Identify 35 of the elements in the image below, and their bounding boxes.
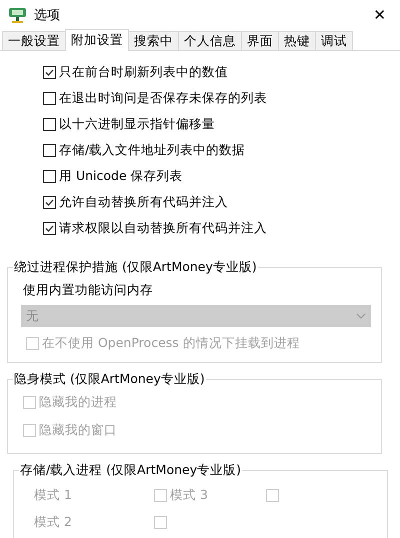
checkbox-label: 隐藏我的进程 xyxy=(39,394,117,411)
mode-label: 模式 1 xyxy=(34,487,73,504)
tab[interactable]: 调试 xyxy=(315,31,353,50)
checkbox-label: 在不使用 OpenProcess 的情况下挂载到进程 xyxy=(42,335,300,352)
checkbox[interactable] xyxy=(43,118,56,131)
checkbox[interactable] xyxy=(43,196,56,209)
tab[interactable]: 界面 xyxy=(241,31,279,50)
mode-label: 模式 2 xyxy=(34,514,73,531)
chevron-icon xyxy=(356,313,366,319)
group-title: 隐身模式 (仅限ArtMoney专业版) xyxy=(13,371,206,388)
window-title: 选项 xyxy=(34,7,60,24)
checkbox-label: 在退出时询问是否保存未保存的列表 xyxy=(59,90,267,107)
checkbox-label: 允许自动替换所有代码并注入 xyxy=(59,194,228,211)
app-icon xyxy=(8,6,28,24)
tab[interactable]: 搜索中 xyxy=(128,31,179,50)
group-title: 存储/载入进程 (仅限ArtMoney专业版) xyxy=(19,462,242,479)
checkbox[interactable] xyxy=(43,92,56,105)
checkbox-label: 模式 3 xyxy=(170,487,208,504)
checkbox-label: 只在前台时刷新列表中的数值 xyxy=(59,64,228,81)
checkbox-label: 以十六进制显示指针偏移量 xyxy=(59,116,215,133)
tab[interactable]: 一般设置 xyxy=(2,31,66,50)
tab[interactable]: 个人信息 xyxy=(178,31,242,50)
tab[interactable]: 热键 xyxy=(278,31,316,50)
checkbox[interactable] xyxy=(43,144,56,157)
group-title: 绕过进程保护措施 (仅限ArtMoney专业版) xyxy=(13,259,258,276)
checkbox-label: 存储/载入文件地址列表中的数据 xyxy=(59,142,246,159)
checkbox-label: 用 Unicode 保存列表 xyxy=(59,168,183,185)
tab[interactable]: 附加设置 xyxy=(65,29,129,51)
field-label: 使用内置功能访问内存 xyxy=(23,282,154,299)
checkbox-label: 隐藏我的窗口 xyxy=(39,422,117,439)
checkbox[interactable] xyxy=(43,170,56,183)
checkbox-label: 请求权限以自动替换所有代码并注入 xyxy=(59,220,267,237)
checkbox[interactable] xyxy=(43,66,56,79)
close-button[interactable]: ✕ xyxy=(367,6,392,24)
checkbox[interactable] xyxy=(43,222,56,235)
